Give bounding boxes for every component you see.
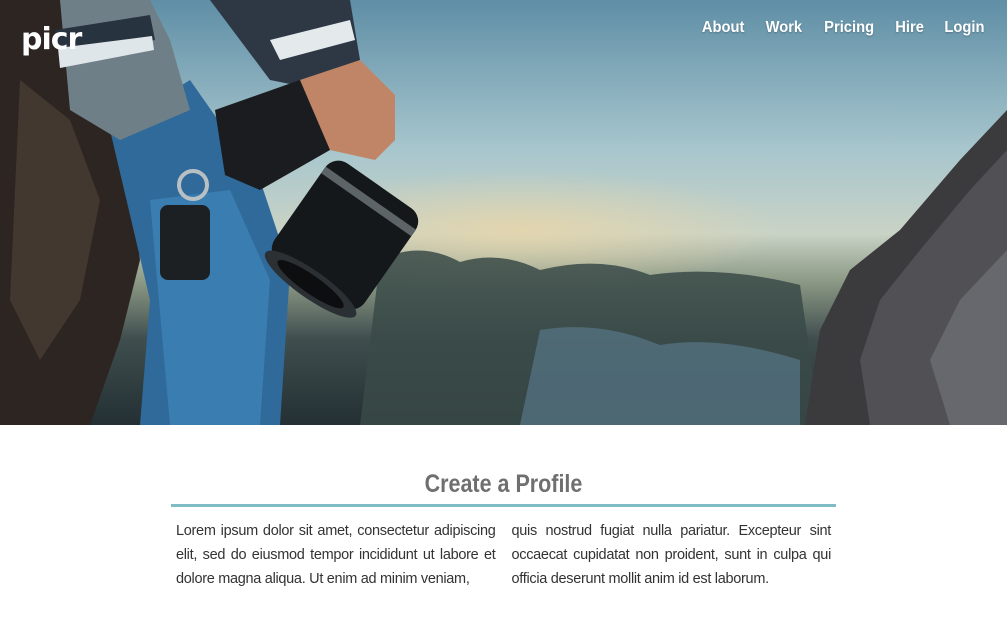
section-title: Create a Profile — [424, 470, 583, 498]
nav-pricing-link[interactable]: Pricing — [816, 17, 882, 39]
hero-photo — [0, 0, 1007, 425]
body-column-left: Lorem ipsum dolor sit amet, consectetur … — [176, 523, 496, 587]
profile-section: Create a Profile Lorem ipsum dolor sit a… — [171, 466, 836, 591]
nav-about-link[interactable]: About — [694, 17, 753, 39]
nav-hire-link[interactable]: Hire — [887, 17, 932, 39]
nav-work-link[interactable]: Work — [758, 17, 811, 39]
text-columns: Lorem ipsum dolor sit amet, consectetur … — [171, 507, 836, 591]
site-logo[interactable]: picr — [21, 22, 82, 58]
body-column-right: quis nostrud fugiat nulla pariatur. Exce… — [511, 523, 832, 587]
main-nav: About Work Pricing Hire Login — [691, 17, 987, 39]
nav-login-link[interactable]: Login — [937, 17, 985, 39]
hero-banner: picr About Work Pricing Hire Login — [0, 0, 1007, 425]
